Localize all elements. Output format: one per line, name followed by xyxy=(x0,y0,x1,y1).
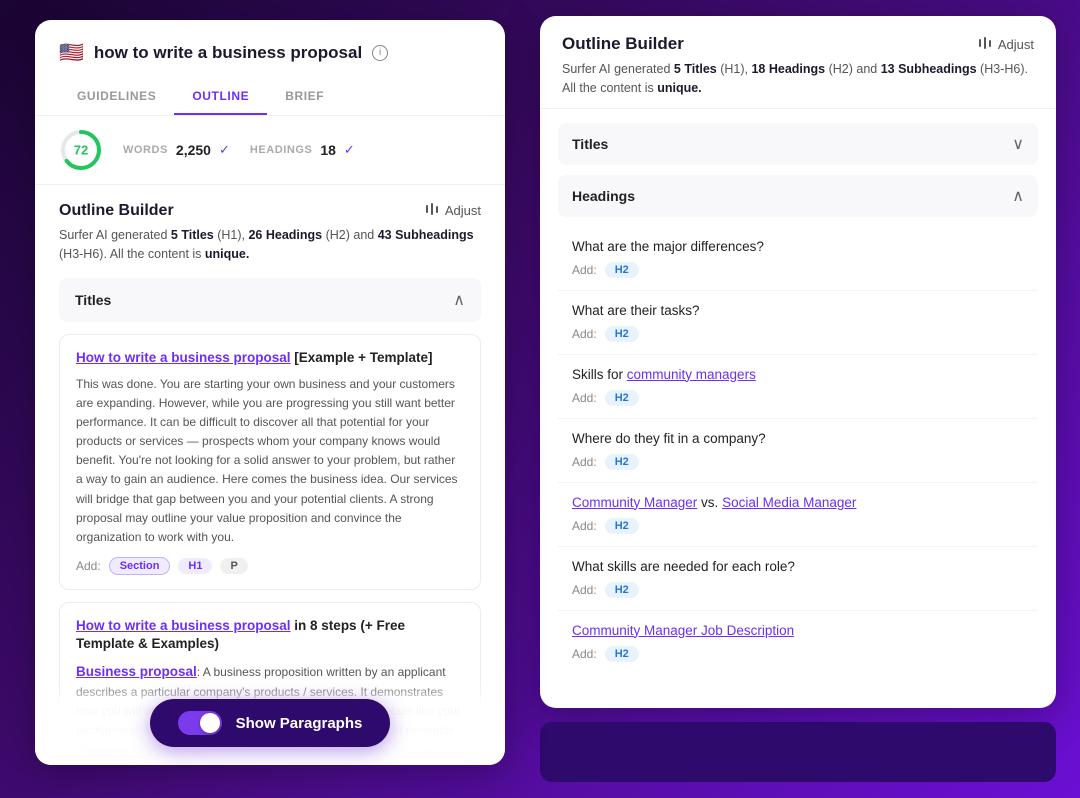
title1-h1-tag[interactable]: H1 xyxy=(178,558,212,574)
heading-item-6: What skills are needed for each role? Ad… xyxy=(558,547,1038,611)
right-title: Outline Builder xyxy=(562,34,684,54)
metrics-row: 72 WORDS 2,250 ✓ HEADINGS 18 ✓ xyxy=(35,116,505,185)
left-panel-card: 🇺🇸 how to write a business proposal i GU… xyxy=(35,20,505,765)
heading-text-7: Community Manager Job Description xyxy=(572,623,1024,638)
heading-item-7: Community Manager Job Description Add: H… xyxy=(558,611,1038,674)
words-metric: WORDS 2,250 ✓ xyxy=(123,142,230,158)
show-paragraphs-toggle[interactable] xyxy=(178,711,222,735)
community-managers-link[interactable]: community managers xyxy=(627,367,756,382)
title1-body: This was done. You are starting your own… xyxy=(76,375,464,548)
right-panel: Outline Builder Adjust Surfer AI generat… xyxy=(540,0,1080,798)
heading-text-2: What are their tasks? xyxy=(572,303,1024,318)
page-title: how to write a business proposal xyxy=(94,43,362,63)
heading-item-3: Skills for community managers Add: H2 xyxy=(558,355,1038,419)
heading-item-5: Community Manager vs. Social Media Manag… xyxy=(558,483,1038,547)
adjust-button[interactable]: Adjust xyxy=(424,201,481,220)
outline-desc: Surfer AI generated 5 Titles (H1), 26 He… xyxy=(59,226,481,264)
heading-add-row-2: Add: H2 xyxy=(572,326,1024,342)
card-header: 🇺🇸 how to write a business proposal i GU… xyxy=(35,20,505,116)
show-paragraphs-label: Show Paragraphs xyxy=(236,715,363,732)
heading-text-4: Where do they fit in a company? xyxy=(572,431,1024,446)
card-content: Outline Builder Adjust Surfer AI generat… xyxy=(35,185,505,765)
flag-icon: 🇺🇸 xyxy=(59,40,84,65)
heading-text-1: What are the major differences? xyxy=(572,239,1024,254)
heading-add-row-3: Add: H2 xyxy=(572,390,1024,406)
right-headings-chevron-icon: ∧ xyxy=(1012,186,1024,206)
score-number: 72 xyxy=(74,143,88,158)
heading-text-3: Skills for community managers xyxy=(572,367,1024,382)
headings-metric: HEADINGS 18 ✓ xyxy=(250,142,355,158)
title2-body-link[interactable]: Business proposal xyxy=(76,664,197,679)
titles-chevron-icon: ∧ xyxy=(453,290,465,310)
community-manager-job-link[interactable]: Community Manager Job Description xyxy=(572,623,794,638)
right-adjust-icon xyxy=(977,35,993,54)
info-icon[interactable]: i xyxy=(372,45,388,61)
heading-item-4: Where do they fit in a company? Add: H2 xyxy=(558,419,1038,483)
heading-text-5: Community Manager vs. Social Media Manag… xyxy=(572,495,1024,510)
title-item-1: How to write a business proposal [Exampl… xyxy=(59,334,481,591)
right-adjust-button[interactable]: Adjust xyxy=(977,35,1034,54)
heading3-h2-tag[interactable]: H2 xyxy=(605,390,639,406)
heading7-h2-tag[interactable]: H2 xyxy=(605,646,639,662)
right-titles-section-header[interactable]: Titles ∨ xyxy=(558,123,1038,165)
tab-guidelines[interactable]: GUIDELINES xyxy=(59,79,174,115)
adjust-icon xyxy=(424,201,440,220)
toggle-overlay: Show Paragraphs xyxy=(35,681,505,765)
right-header: Outline Builder Adjust Surfer AI generat… xyxy=(540,16,1056,109)
toggle-knob xyxy=(200,713,220,733)
right-card: Outline Builder Adjust Surfer AI generat… xyxy=(540,16,1056,708)
right-bottom-card xyxy=(540,722,1056,782)
heading-text-6: What skills are needed for each role? xyxy=(572,559,1024,574)
outline-builder-header: Outline Builder Adjust xyxy=(59,201,481,220)
page-title-row: 🇺🇸 how to write a business proposal i xyxy=(59,40,481,65)
right-titles-chevron-icon: ∨ xyxy=(1012,134,1024,154)
right-title-row: Outline Builder Adjust xyxy=(562,34,1034,54)
headings-check-icon: ✓ xyxy=(344,142,355,158)
tabs-row: GUIDELINES OUTLINE BRIEF xyxy=(59,79,481,115)
show-paragraphs-pill: Show Paragraphs xyxy=(150,699,391,747)
title1-section-tag[interactable]: Section xyxy=(109,557,171,575)
tab-outline[interactable]: OUTLINE xyxy=(174,79,267,115)
heading-add-row-1: Add: H2 xyxy=(572,262,1024,278)
heading5-h2-tag[interactable]: H2 xyxy=(605,518,639,534)
heading-add-row-7: Add: H2 xyxy=(572,646,1024,662)
heading-item-2: What are their tasks? Add: H2 xyxy=(558,291,1038,355)
title2-heading: How to write a business proposal in 8 st… xyxy=(76,617,464,653)
words-check-icon: ✓ xyxy=(219,142,230,158)
heading4-h2-tag[interactable]: H2 xyxy=(605,454,639,470)
heading-add-row-5: Add: H2 xyxy=(572,518,1024,534)
outline-builder-title: Outline Builder xyxy=(59,202,174,220)
social-media-manager-link[interactable]: Social Media Manager xyxy=(722,495,856,510)
heading6-h2-tag[interactable]: H2 xyxy=(605,582,639,598)
community-manager-link[interactable]: Community Manager xyxy=(572,495,697,510)
titles-section-header[interactable]: Titles ∧ xyxy=(59,278,481,322)
heading1-h2-tag[interactable]: H2 xyxy=(605,262,639,278)
heading-add-row-4: Add: H2 xyxy=(572,454,1024,470)
heading-add-row-6: Add: H2 xyxy=(572,582,1024,598)
title1-add-row: Add: Section H1 P xyxy=(76,557,464,575)
heading2-h2-tag[interactable]: H2 xyxy=(605,326,639,342)
heading-item-1: What are the major differences? Add: H2 xyxy=(558,227,1038,291)
right-headings-section-header[interactable]: Headings ∧ xyxy=(558,175,1038,217)
score-circle: 72 xyxy=(59,128,103,172)
right-content: Titles ∨ Headings ∧ What are the major d… xyxy=(540,109,1056,709)
right-desc: Surfer AI generated 5 Titles (H1), 18 He… xyxy=(562,60,1034,98)
title1-heading: How to write a business proposal [Exampl… xyxy=(76,349,464,367)
tab-brief[interactable]: BRIEF xyxy=(267,79,342,115)
title1-p-tag[interactable]: P xyxy=(220,558,247,574)
